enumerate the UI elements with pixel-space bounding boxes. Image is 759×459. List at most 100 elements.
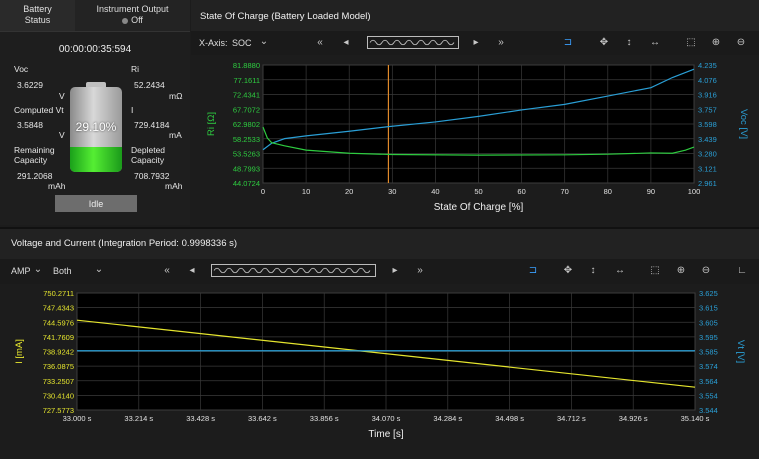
y-right-tick-label: 3.280 — [698, 150, 717, 159]
y-right-tick-label: 3.544 — [699, 406, 718, 415]
x-tick-label: 34.070 s — [372, 414, 401, 423]
x-tick-label: 0 — [261, 187, 265, 196]
y-right-tick-label: 3.564 — [699, 377, 718, 386]
y-left-tick-label: 741.7609 — [43, 333, 74, 342]
x-tick-label: 33.428 s — [186, 414, 215, 423]
voc-value: 3.6229 — [17, 80, 43, 90]
x-tick-label: 33.642 s — [248, 414, 277, 423]
step-back-icon[interactable]: ◂ — [339, 36, 353, 50]
x-tick-label: 100 — [688, 187, 701, 196]
y-left-tick-label: 53.5263 — [233, 150, 260, 159]
move-icon[interactable]: ✥ — [597, 36, 611, 50]
mode-chevron-down-icon[interactable]: ⌄ — [92, 263, 106, 277]
output-state: Off — [131, 15, 143, 25]
y-left-tick-label: 738.9242 — [43, 348, 74, 357]
y-right-tick-label: 3.574 — [699, 362, 718, 371]
y-right-tick-label: 2.961 — [698, 179, 717, 188]
y-right-tick-label: 3.439 — [698, 135, 717, 144]
battery-fill — [70, 147, 122, 172]
x-axis-title: State Of Charge [%] — [434, 202, 524, 213]
x-tick-label: 10 — [302, 187, 310, 196]
chevron-down-icon[interactable]: ⌄ — [257, 35, 271, 49]
horizontal-pan-icon[interactable]: ↔ — [648, 36, 662, 50]
y-left-tick-label: 730.4140 — [43, 391, 74, 400]
vi-zoom-out-icon[interactable]: ⊖ — [699, 264, 713, 278]
vi-scroll-track[interactable] — [211, 264, 376, 277]
y-left-tick-label: 72.4341 — [233, 91, 260, 100]
zoom-select-icon[interactable]: ⬚ — [684, 36, 698, 50]
soc-panel-title: State Of Charge (Battery Loaded Model) — [200, 11, 371, 22]
x-tick-label: 35.140 s — [681, 414, 710, 423]
bracket-icon[interactable]: ⊐ — [561, 36, 575, 50]
y-right-tick-label: 3.554 — [699, 391, 718, 400]
zoom-in-icon[interactable]: ⊕ — [709, 36, 723, 50]
x-tick-label: 33.856 s — [310, 414, 339, 423]
y-left-tick-label: 58.2533 — [233, 135, 260, 144]
vi-play-icon[interactable]: ▸ — [388, 264, 402, 278]
tab-battery-status[interactable]: Battery Status — [0, 0, 75, 31]
fast-forward-icon[interactable]: » — [494, 36, 508, 50]
vi-rewind-icon[interactable]: « — [160, 264, 174, 278]
amp-chevron-down-icon[interactable]: ⌄ — [31, 263, 45, 277]
battery-body: 29.10% — [70, 87, 122, 172]
wave-icon — [369, 39, 455, 46]
vi-zoom-select-icon[interactable]: ⬚ — [648, 264, 662, 278]
y-right-axis-title: Voc [V] — [738, 109, 749, 139]
zoom-out-icon[interactable]: ⊖ — [734, 36, 748, 50]
output-toggle-icon[interactable] — [122, 17, 129, 24]
left-tab-bar: Battery Status Instrument Output Off — [0, 0, 190, 32]
soc-toolbar: X-Axis: SOC ⌄ « ◂ ▸ » ⊐ ✥ ↕ ↔ ⬚ ⊕ ⊖ — [191, 31, 759, 55]
vi-zoom-in-icon[interactable]: ⊕ — [674, 264, 688, 278]
y-right-tick-label: 3.757 — [698, 105, 717, 114]
y-left-tick-label: 81.8880 — [233, 61, 260, 70]
x-tick-label: 80 — [604, 187, 612, 196]
x-tick-label: 34.284 s — [433, 414, 462, 423]
y-left-tick-label: 750.2711 — [43, 289, 74, 298]
x-tick-label: 60 — [517, 187, 525, 196]
rewind-icon[interactable]: « — [313, 36, 327, 50]
vi-move-icon[interactable]: ✥ — [561, 264, 575, 278]
play-icon[interactable]: ▸ — [469, 36, 483, 50]
vi-step-back-icon[interactable]: ◂ — [185, 264, 199, 278]
depleted-capacity-value: 708.7932 — [134, 171, 170, 181]
xaxis-select[interactable]: SOC — [232, 38, 252, 48]
vi-bracket-icon[interactable]: ⊐ — [526, 264, 540, 278]
y-left-tick-label: 736.0875 — [43, 362, 74, 371]
y-left-tick-label: 77.1611 — [233, 76, 260, 85]
voc-label: Voc — [14, 64, 29, 74]
vi-horizontal-pan-icon[interactable]: ↔ — [613, 264, 627, 278]
ri-label: Ri — [131, 64, 140, 74]
vi-vertical-pan-icon[interactable]: ↕ — [586, 264, 600, 278]
y-right-tick-label: 3.615 — [699, 304, 718, 313]
mode-select[interactable]: Both — [53, 266, 72, 276]
scroll-track[interactable] — [367, 36, 459, 49]
y-left-tick-label: 747.4343 — [43, 304, 74, 313]
remaining-capacity-unit: mAh — [48, 181, 66, 191]
vi-fast-forward-icon[interactable]: » — [413, 264, 427, 278]
computed-vt-label: Computed Vt — [14, 105, 64, 115]
y-right-tick-label: 3.585 — [699, 348, 718, 357]
y-right-tick-label: 3.916 — [698, 91, 717, 100]
tab-instrument-output[interactable]: Instrument Output Off — [75, 0, 190, 31]
idle-button[interactable]: Idle — [55, 195, 137, 212]
soc-chart[interactable]: 0 10 20 30 40 50 60 70 80 90 100 81.8880 77.1611 72.4… — [191, 55, 759, 227]
battery-percent: 29.10% — [75, 120, 117, 134]
computed-vt-value: 3.5848 — [17, 120, 43, 130]
y-right-tick-label: 3.625 — [699, 289, 718, 298]
x-tick-label: 34.498 s — [495, 414, 524, 423]
vi-chart[interactable]: 33.000 s 33.214 s 33.428 s 33.642 s 33.856 s… — [0, 284, 759, 459]
y-right-tick-label: 3.598 — [698, 120, 717, 129]
vi-toolbar: AMP ⌄ Both ⌄ « ◂ ▸ » ⊐ ✥ ↕ ↔ ⬚ ⊕ ⊖ ∟ — [0, 259, 759, 284]
remaining-capacity-value: 291.2068 — [17, 171, 53, 181]
elapsed-timer: 00:00:00:35:594 — [58, 44, 132, 55]
battery-gauge: 29.10% — [70, 82, 122, 172]
axes-icon[interactable]: ∟ — [735, 264, 749, 278]
remaining-label-1: Remaining — [14, 145, 55, 155]
ri-unit: mΩ — [169, 91, 183, 101]
amp-select[interactable]: AMP — [11, 266, 31, 276]
current-label: I — [131, 105, 134, 115]
y-left-tick-label: 733.2507 — [43, 377, 74, 386]
tab-battery-label-1: Battery — [23, 4, 52, 14]
vertical-pan-icon[interactable]: ↕ — [622, 36, 636, 50]
y-left-tick-label: 67.7072 — [233, 105, 260, 114]
